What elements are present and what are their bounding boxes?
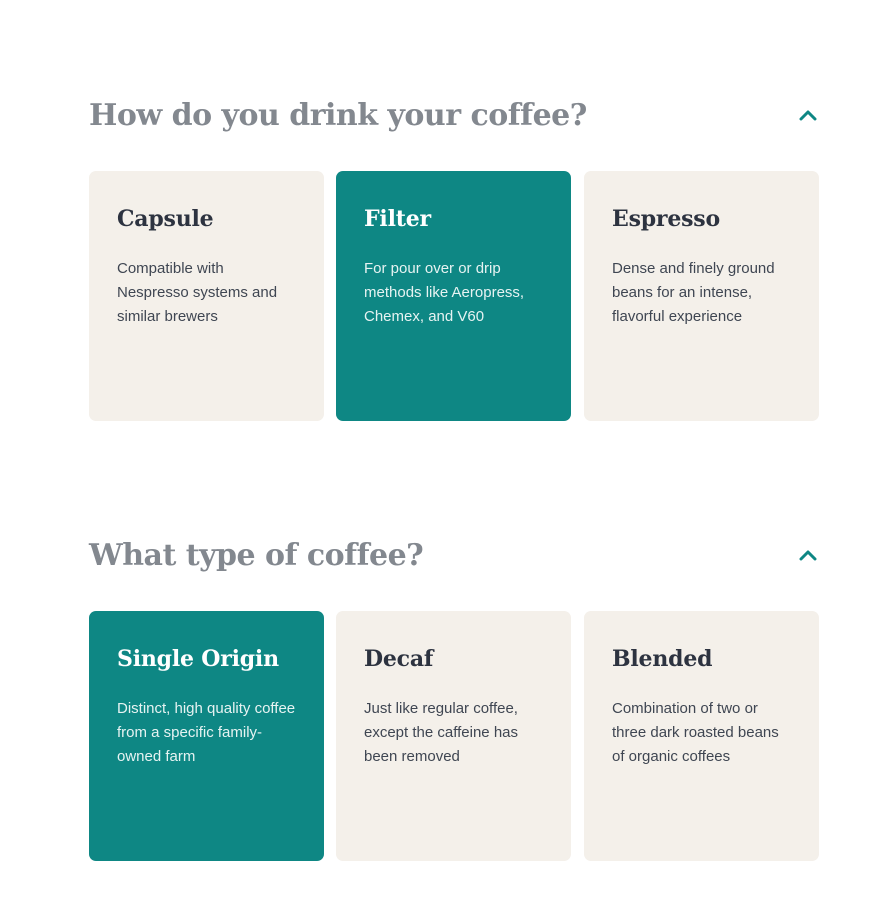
option-description: Distinct, high quality coffee from a spe… [117, 700, 296, 765]
option-description: Compatible with Nespresso systems and si… [117, 260, 278, 325]
option-title: Single Origin [117, 646, 279, 672]
preferences-title: How do you drink your coffee? [89, 98, 587, 133]
option-description: Dense and finely ground beans for an int… [612, 260, 775, 325]
preferences-header: How do you drink your coffee? [89, 96, 819, 140]
bean-type-options: Single Origin Distinct, high quality cof… [89, 611, 819, 861]
option-card-blended[interactable]: Blended Combination of two or three dark… [584, 611, 819, 861]
bean-type-header: What type of coffee? [89, 536, 819, 580]
option-title: Capsule [117, 206, 214, 232]
option-description: Just like regular coffee, except the caf… [364, 700, 518, 765]
preferences-options: Capsule Compatible with Nespresso system… [89, 171, 819, 421]
bean-type-title: What type of coffee? [89, 538, 424, 573]
option-card-espresso[interactable]: Espresso Dense and finely ground beans f… [584, 171, 819, 421]
option-card-single-origin[interactable]: Single Origin Distinct, high quality cof… [89, 611, 324, 861]
option-description: For pour over or drip methods like Aerop… [364, 260, 525, 325]
option-title: Filter [364, 206, 431, 232]
option-card-filter[interactable]: Filter For pour over or drip methods lik… [336, 171, 571, 421]
option-card-decaf[interactable]: Decaf Just like regular coffee, except t… [336, 611, 571, 861]
option-title: Blended [612, 646, 713, 672]
preferences-collapse-button[interactable] [797, 104, 819, 126]
bean-type-collapse-button[interactable] [797, 544, 819, 566]
option-title: Espresso [612, 206, 720, 232]
preferences-section: How do you drink your coffee? Capsule Co… [89, 96, 819, 421]
chevron-up-icon [799, 110, 817, 120]
option-title: Decaf [364, 646, 434, 672]
option-card-capsule[interactable]: Capsule Compatible with Nespresso system… [89, 171, 324, 421]
option-description: Combination of two or three dark roasted… [612, 700, 779, 765]
chevron-up-icon [799, 550, 817, 560]
bean-type-section: What type of coffee? Single Origin Disti… [89, 536, 819, 861]
